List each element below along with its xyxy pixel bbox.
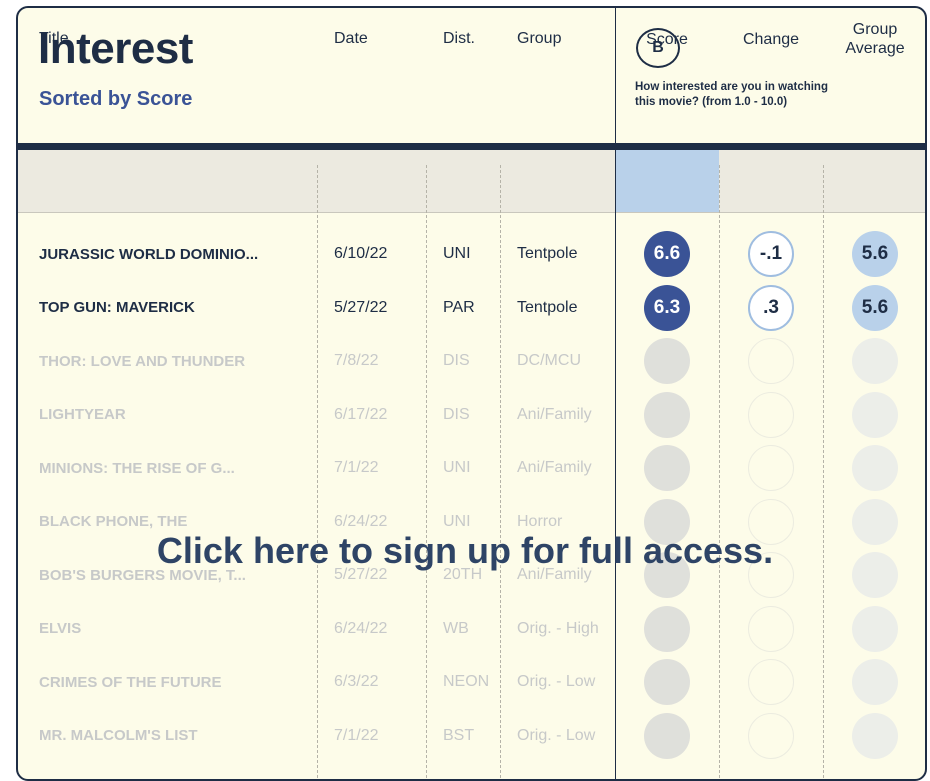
column-divider <box>500 165 501 779</box>
score-circle <box>644 659 690 705</box>
group-average-circle <box>852 338 898 384</box>
row-title: THOR: LOVE AND THUNDER <box>39 352 246 370</box>
score-circle: 6.6 <box>644 231 690 277</box>
interest-question: How interested are you in watching this … <box>635 81 828 108</box>
row-title: CRIMES OF THE FUTURE <box>39 673 222 691</box>
row-dist: PAR <box>443 298 475 316</box>
row-title: MINIONS: THE RISE OF G... <box>39 459 235 477</box>
row-dist: DIS <box>443 352 470 369</box>
score-circle <box>644 391 690 438</box>
row-group: Orig. - Low <box>517 673 596 690</box>
group-average-circle <box>852 712 898 759</box>
row-date: 6/17/22 <box>334 405 388 423</box>
score-column-highlight <box>615 150 719 212</box>
row-group: DC/MCU <box>517 352 581 369</box>
column-header-change[interactable]: Change <box>719 8 823 70</box>
sort-subtitle: Sorted by Score <box>39 88 193 110</box>
row-group: Orig. - High <box>517 619 599 637</box>
change-circle <box>748 445 794 491</box>
row-dist: UNI <box>443 245 471 262</box>
group-average-circle: 5.6 <box>852 231 898 277</box>
group-average-circle <box>852 659 898 705</box>
column-header-group[interactable]: Group <box>517 8 561 70</box>
row-title: LIGHTYEAR <box>39 406 126 423</box>
change-circle <box>748 391 794 438</box>
group-average-circle: 5.6 <box>852 284 898 331</box>
row-date: 6/24/22 <box>334 619 388 637</box>
column-header-score[interactable]: Score <box>615 8 719 70</box>
column-divider <box>317 165 318 779</box>
row-date: 6/10/22 <box>334 245 388 262</box>
header-rule <box>18 143 925 150</box>
row-group: Ani/Family <box>517 459 592 476</box>
column-header-dist[interactable]: Dist. <box>443 8 475 70</box>
score-circle: 6.3 <box>644 284 690 331</box>
row-group: Tentpole <box>517 245 578 262</box>
row-date: 6/3/22 <box>334 673 379 690</box>
row-group: Orig. - Low <box>517 726 596 744</box>
change-circle: -.1 <box>748 231 794 277</box>
column-divider <box>823 165 824 779</box>
column-header-date[interactable]: Date <box>334 8 368 70</box>
change-circle <box>748 712 794 759</box>
group-average-circle <box>852 391 898 438</box>
row-date: 7/8/22 <box>334 352 379 369</box>
row-dist: DIS <box>443 405 470 423</box>
score-circle <box>644 712 690 759</box>
row-title: MR. MALCOLM'S LIST <box>39 727 198 744</box>
sign-up-link[interactable]: Click here to sign up for full access. <box>0 530 930 572</box>
column-header-group-average[interactable]: Group Average <box>823 8 925 70</box>
change-circle <box>748 659 794 705</box>
row-group: Tentpole <box>517 298 578 316</box>
column-divider <box>719 165 720 779</box>
row-dist: NEON <box>443 673 490 690</box>
score-column-divider <box>615 150 616 779</box>
column-header-title[interactable]: Title <box>39 8 69 70</box>
column-divider <box>426 165 427 779</box>
row-group: Ani/Family <box>517 405 592 423</box>
column-header-row <box>18 150 925 213</box>
change-circle <box>748 338 794 384</box>
row-title: TOP GUN: MAVERICK <box>39 299 195 316</box>
change-circle: .3 <box>748 284 794 331</box>
row-date: 7/1/22 <box>334 726 379 744</box>
interest-card: Interest Sorted by Score B How intereste… <box>16 6 927 781</box>
row-dist: WB <box>443 619 469 637</box>
score-circle <box>644 338 690 384</box>
row-title: ELVIS <box>39 620 82 637</box>
row-date: 5/27/22 <box>334 298 388 316</box>
row-dist: BST <box>443 726 475 744</box>
group-average-circle <box>852 605 898 652</box>
group-average-circle <box>852 445 898 491</box>
row-dist: UNI <box>443 459 471 476</box>
row-title: JURASSIC WORLD DOMINIO... <box>39 245 259 263</box>
change-circle <box>748 605 794 652</box>
score-circle <box>644 445 690 491</box>
row-date: 7/1/22 <box>334 459 379 476</box>
score-circle <box>644 605 690 652</box>
